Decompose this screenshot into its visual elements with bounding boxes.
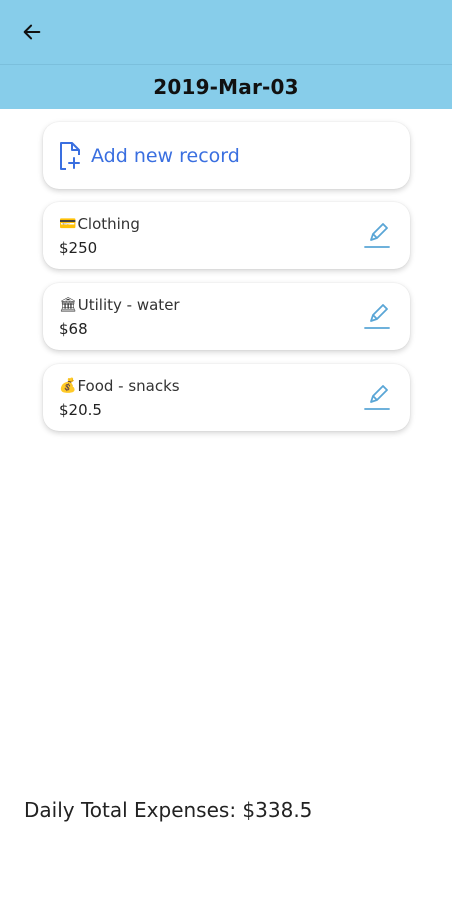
money-bag-emoji: 💰 bbox=[59, 378, 77, 394]
pencil-icon bbox=[364, 385, 390, 410]
pencil-icon bbox=[364, 223, 390, 248]
edit-record-button[interactable] bbox=[362, 382, 392, 412]
daily-total-expenses: Daily Total Expenses: $338.5 bbox=[24, 798, 313, 822]
credit-card-emoji: 💳 bbox=[59, 216, 77, 232]
edit-record-button[interactable] bbox=[362, 301, 392, 331]
record-card[interactable]: 💰 Food - snacks $20.5 bbox=[43, 364, 410, 431]
page-title: 2019-Mar-03 bbox=[153, 75, 299, 99]
record-amount: $68 bbox=[59, 320, 88, 338]
add-new-record-label: Add new record bbox=[91, 144, 240, 167]
arrow-left-icon bbox=[23, 24, 41, 40]
record-card[interactable]: 🏛 Utility - water $68 bbox=[43, 283, 410, 350]
record-title: Clothing bbox=[77, 215, 140, 233]
record-title: Food - snacks bbox=[77, 377, 180, 395]
edit-record-button[interactable] bbox=[362, 220, 392, 250]
record-amount: $20.5 bbox=[59, 401, 102, 419]
date-bar: 2019-Mar-03 bbox=[0, 64, 452, 109]
app-bar bbox=[0, 0, 452, 64]
bank-emoji: 🏛 bbox=[59, 297, 77, 313]
record-card[interactable]: 💳 Clothing $250 bbox=[43, 202, 410, 269]
back-button[interactable] bbox=[14, 16, 50, 48]
record-title: Utility - water bbox=[77, 296, 180, 314]
record-amount: $250 bbox=[59, 239, 98, 257]
file-plus-icon bbox=[57, 140, 85, 172]
pencil-icon bbox=[364, 304, 390, 329]
add-new-record-button[interactable]: Add new record bbox=[43, 122, 410, 189]
